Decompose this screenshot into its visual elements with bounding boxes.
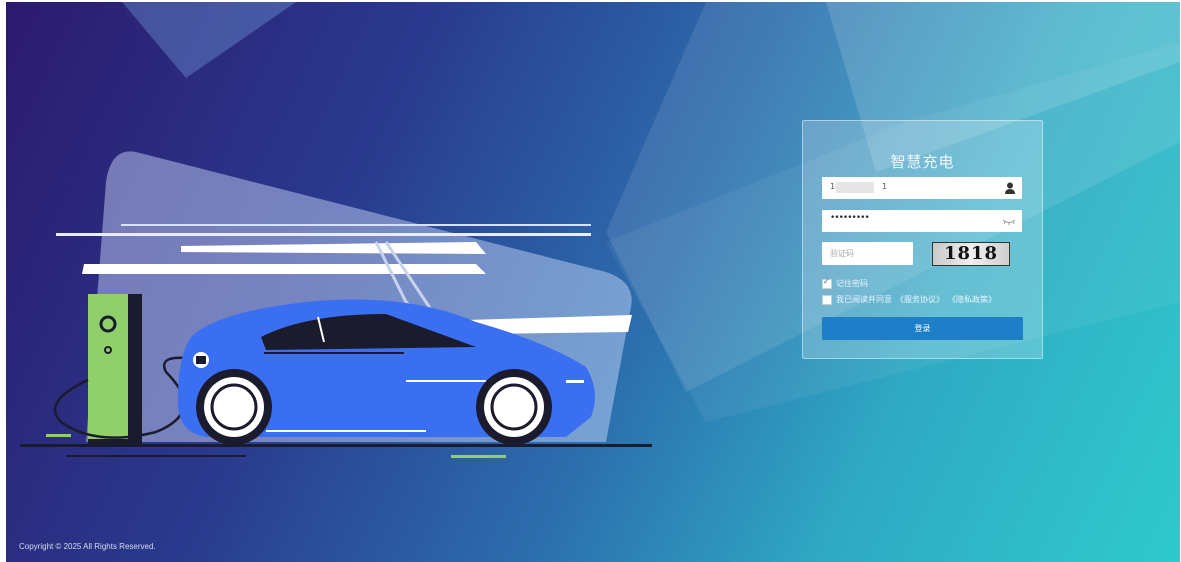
agreement-row: 我已阅读并同意 《服务协议》 《隐私政策》 — [822, 294, 996, 305]
remember-checkbox[interactable] — [822, 277, 832, 289]
login-button[interactable]: 登录 — [822, 317, 1023, 340]
eye-closed-icon[interactable] — [1002, 214, 1016, 228]
login-panel: 智慧充电 18 1 ••••••••• 验证码 1818 记住 — [802, 120, 1043, 359]
login-title: 智慧充电 — [890, 153, 955, 171]
password-mask: ••••••••• — [830, 213, 870, 223]
captcha-input[interactable]: 验证码 — [822, 242, 913, 265]
user-icon — [1005, 182, 1015, 194]
agreement-checkbox[interactable] — [822, 294, 832, 305]
captcha-placeholder: 验证码 — [830, 249, 854, 258]
agreement-text: 我已阅读并同意 — [836, 295, 892, 304]
username-redaction — [836, 182, 874, 193]
username-input[interactable]: 18 1 — [822, 177, 1022, 199]
username-suffix: 1 — [882, 182, 888, 191]
privacy-policy-link[interactable]: 《隐私政策》 — [948, 294, 996, 305]
remember-label: 记住密码 — [836, 279, 868, 288]
copyright-text: Copyright © 2025 All Rights Reserved. — [19, 542, 156, 551]
captcha-image[interactable]: 1818 — [932, 242, 1010, 266]
login-page-background: 智慧充电 18 1 ••••••••• 验证码 1818 记住 — [6, 2, 1180, 562]
remember-password-row[interactable]: 记住密码 — [822, 277, 868, 289]
service-agreement-link[interactable]: 《服务协议》 — [896, 294, 944, 305]
password-input[interactable]: ••••••••• — [822, 210, 1022, 232]
